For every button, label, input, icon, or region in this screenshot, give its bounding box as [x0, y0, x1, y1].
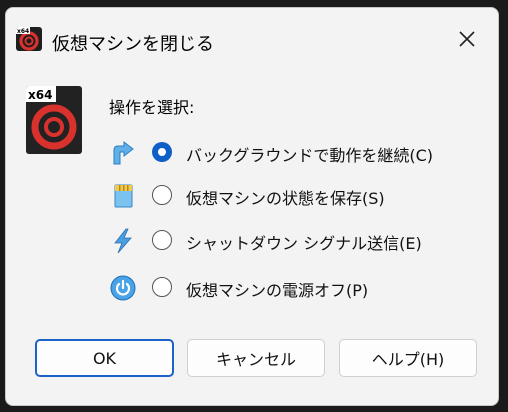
close-button[interactable] — [450, 22, 484, 56]
ok-button[interactable]: OK — [35, 339, 174, 377]
close-icon — [459, 31, 475, 47]
large-app-badge-text: x64 — [28, 88, 52, 102]
dialog-title: 仮想マシンを閉じる — [52, 34, 214, 55]
virtualbox-x64-icon: x64 — [16, 27, 42, 51]
option-continue-background[interactable]: バックグラウンドで動作を継続(C) — [110, 138, 490, 168]
virtualbox-x64-large-icon: x64 — [26, 86, 82, 154]
option-label: バックグラウンドで動作を継続(C) — [186, 146, 434, 165]
radio-continue-background[interactable] — [152, 142, 172, 162]
app-badge-text: x64 — [17, 28, 29, 35]
radio-shutdown-signal[interactable] — [152, 230, 172, 250]
option-power-off[interactable]: 仮想マシンの電源オフ(P) — [110, 273, 490, 303]
lightning-icon — [114, 228, 132, 254]
radio-save-state[interactable] — [152, 185, 172, 205]
cancel-button[interactable]: キャンセル — [187, 339, 325, 377]
power-icon — [110, 275, 136, 301]
action-prompt: 操作を選択: — [109, 98, 195, 117]
background-arrow-icon — [113, 140, 134, 165]
option-save-state[interactable]: 仮想マシンの状態を保存(S) — [110, 181, 490, 211]
option-shutdown-signal[interactable]: シャットダウン シグナル送信(E) — [110, 226, 490, 256]
help-button[interactable]: ヘルプ(H) — [339, 339, 477, 377]
radio-power-off[interactable] — [152, 277, 172, 297]
option-label: シャットダウン シグナル送信(E) — [186, 234, 422, 253]
option-label: 仮想マシンの電源オフ(P) — [186, 281, 369, 300]
option-label: 仮想マシンの状態を保存(S) — [186, 189, 385, 208]
save-state-icon — [114, 184, 133, 208]
title-bar: x64 仮想マシンを閉じる — [6, 8, 498, 68]
close-vm-dialog: x64 仮想マシンを閉じる x64 操作を選択: バックグラウンドで動作を継続(… — [5, 7, 499, 406]
